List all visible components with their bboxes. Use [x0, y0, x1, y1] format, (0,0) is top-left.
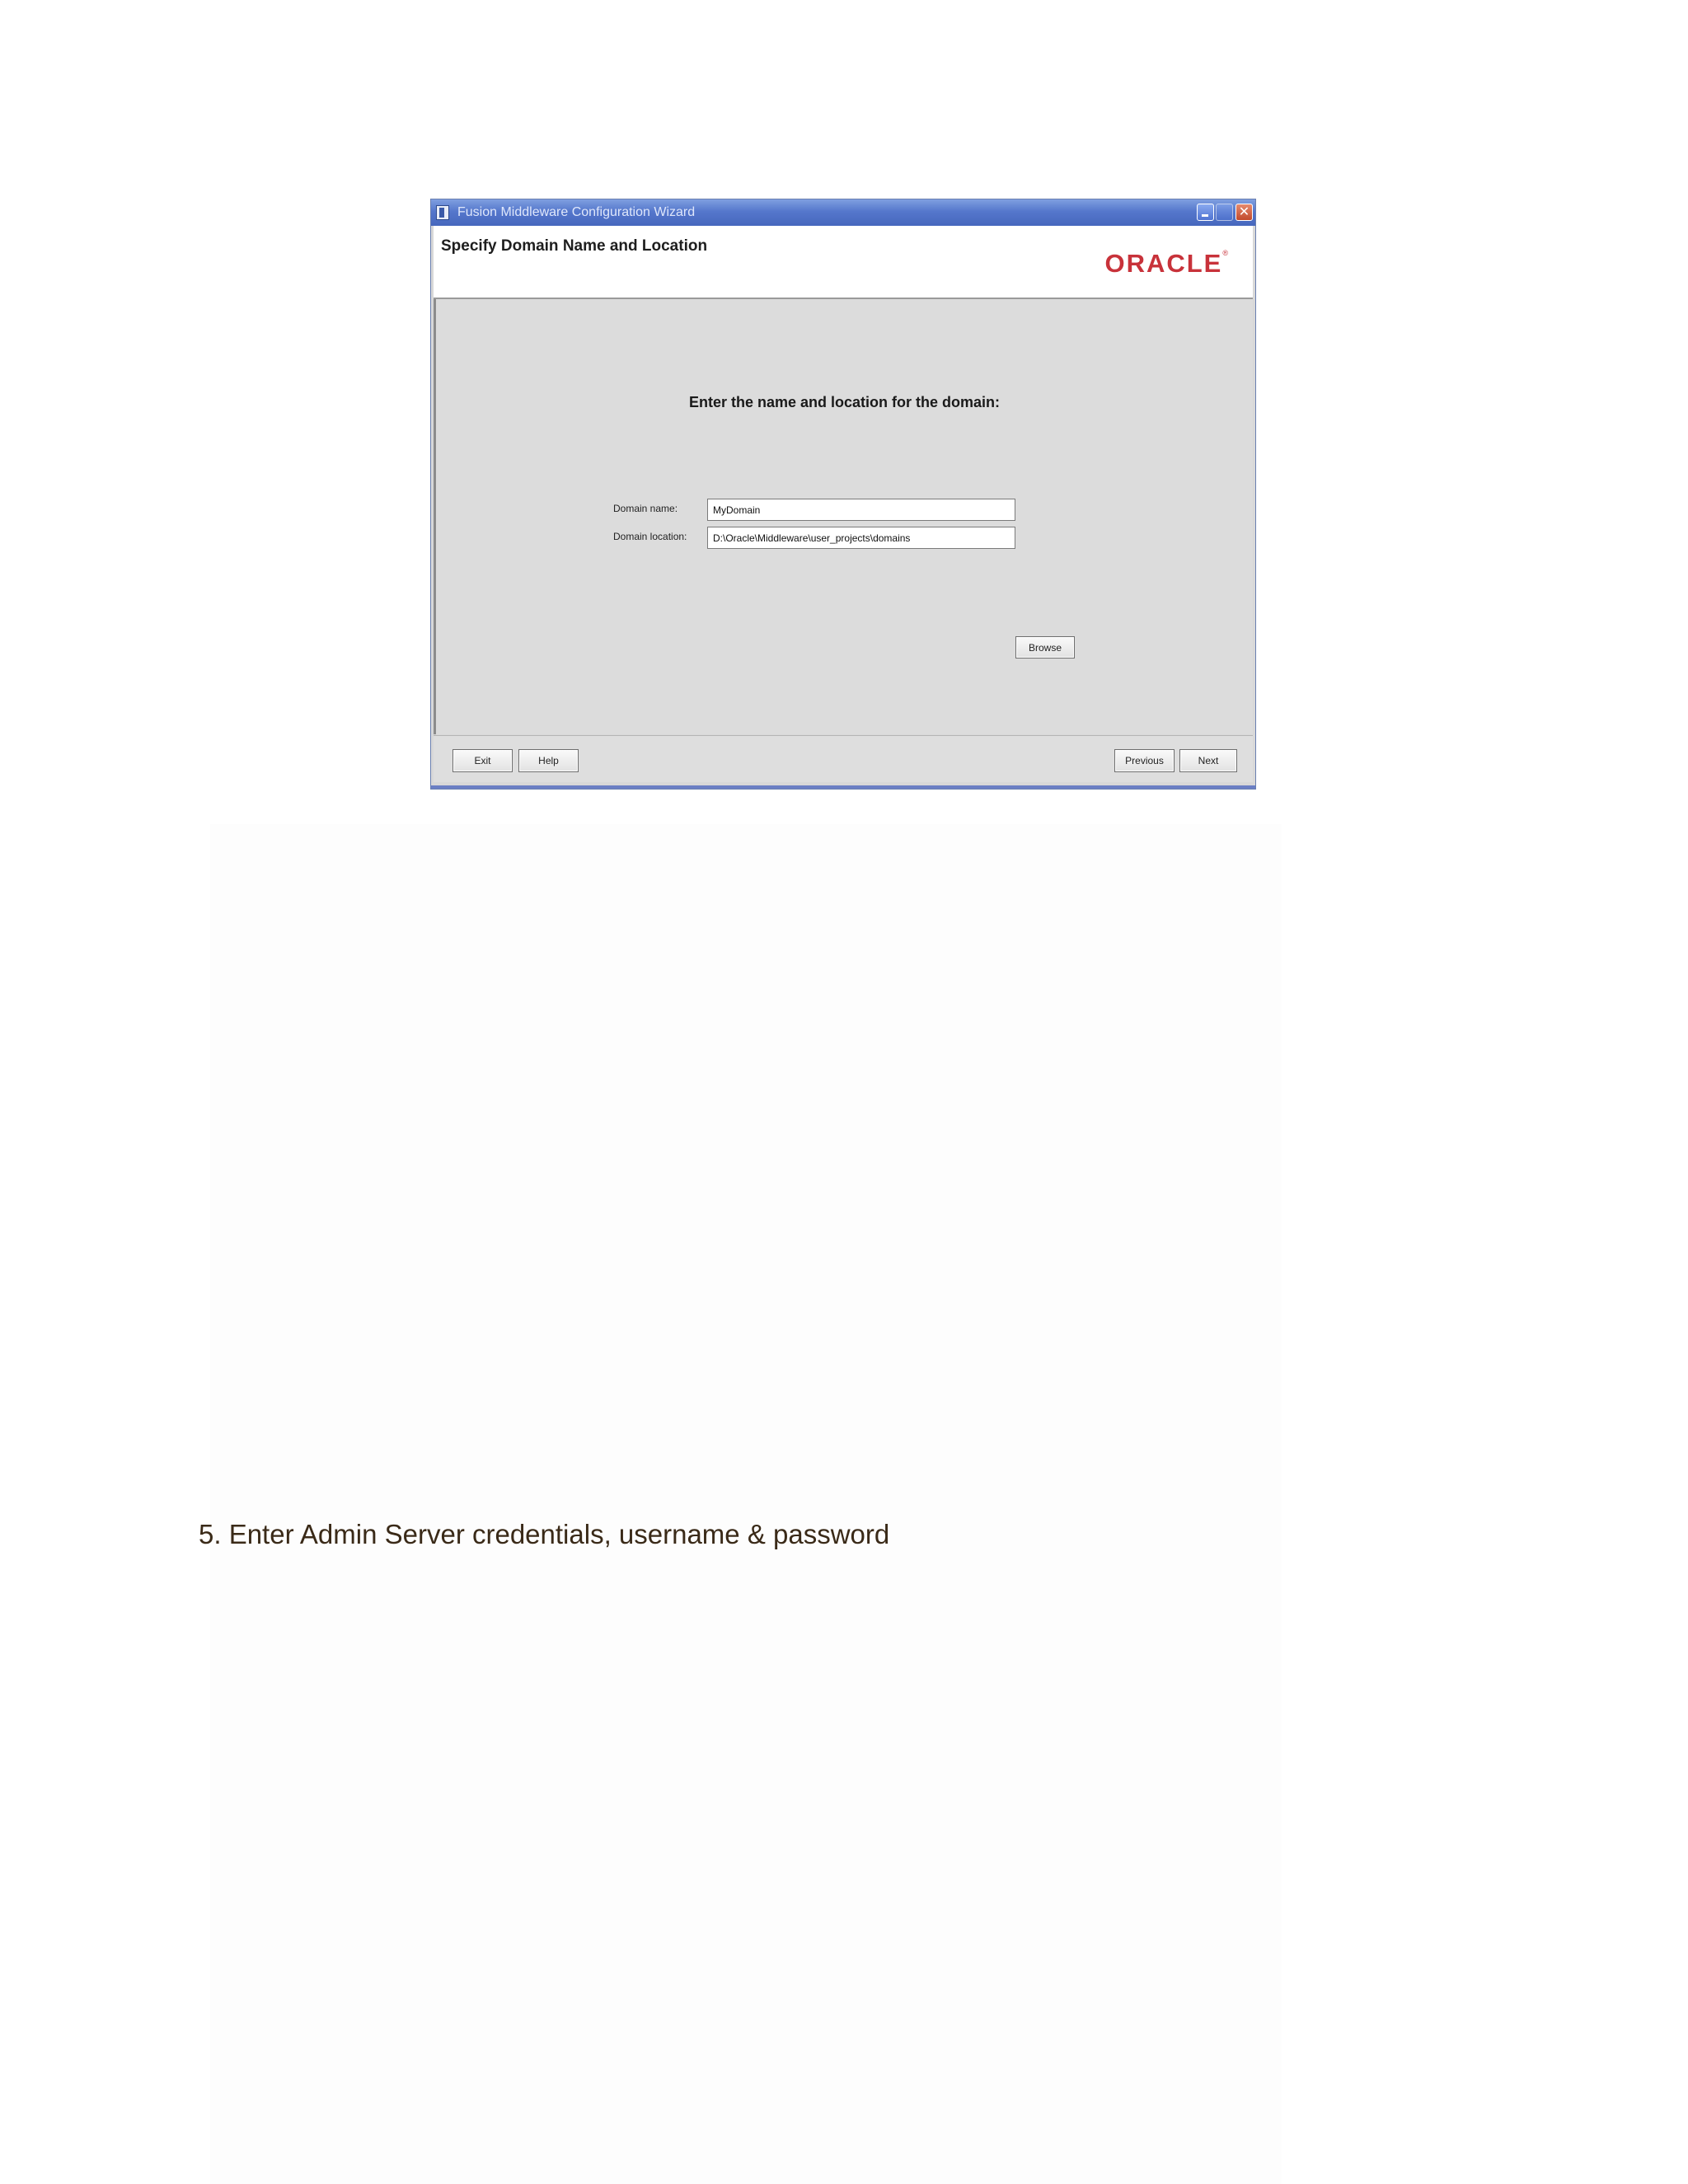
browse-button[interactable]: Browse [1015, 636, 1075, 658]
previous-button[interactable]: Previous [1114, 749, 1175, 772]
exit-button[interactable]: Exit [452, 749, 513, 772]
oracle-logo-text: ORACLE [1104, 249, 1223, 278]
step-5-text: 5. Enter Admin Server credentials, usern… [199, 1519, 890, 1549]
window-title: Fusion Middleware Configuration Wizard [457, 205, 696, 219]
oracle-logo-mark: ® [1222, 249, 1228, 257]
window-bottom-edge [431, 785, 1255, 789]
wizard-footer: Exit Help Previous Next [434, 735, 1253, 782]
instruction-text: Enter the name and location for the doma… [688, 394, 1001, 410]
domain-location-input[interactable] [707, 527, 1015, 549]
help-button[interactable]: Help [518, 749, 579, 772]
page-background-tint [210, 824, 1282, 2184]
maximize-button[interactable] [1216, 204, 1233, 221]
page-title: Specify Domain Name and Location [441, 237, 708, 255]
domain-name-label: Domain name: [613, 503, 678, 514]
window-titlebar[interactable]: Fusion Middleware Configuration Wizard ✕ [431, 199, 1255, 226]
wizard-header: Specify Domain Name and Location ORACLE® [434, 226, 1253, 299]
app-icon [436, 205, 449, 220]
next-button[interactable]: Next [1179, 749, 1237, 772]
configuration-wizard-window: Fusion Middleware Configuration Wizard ✕… [430, 199, 1256, 790]
wizard-content-panel: Enter the name and location for the doma… [434, 299, 1253, 734]
oracle-logo: ORACLE® [1104, 249, 1228, 279]
minimize-button[interactable] [1197, 204, 1214, 221]
domain-name-input[interactable] [707, 499, 1015, 521]
domain-location-label: Domain location: [613, 531, 687, 542]
close-button[interactable]: ✕ [1236, 204, 1253, 221]
